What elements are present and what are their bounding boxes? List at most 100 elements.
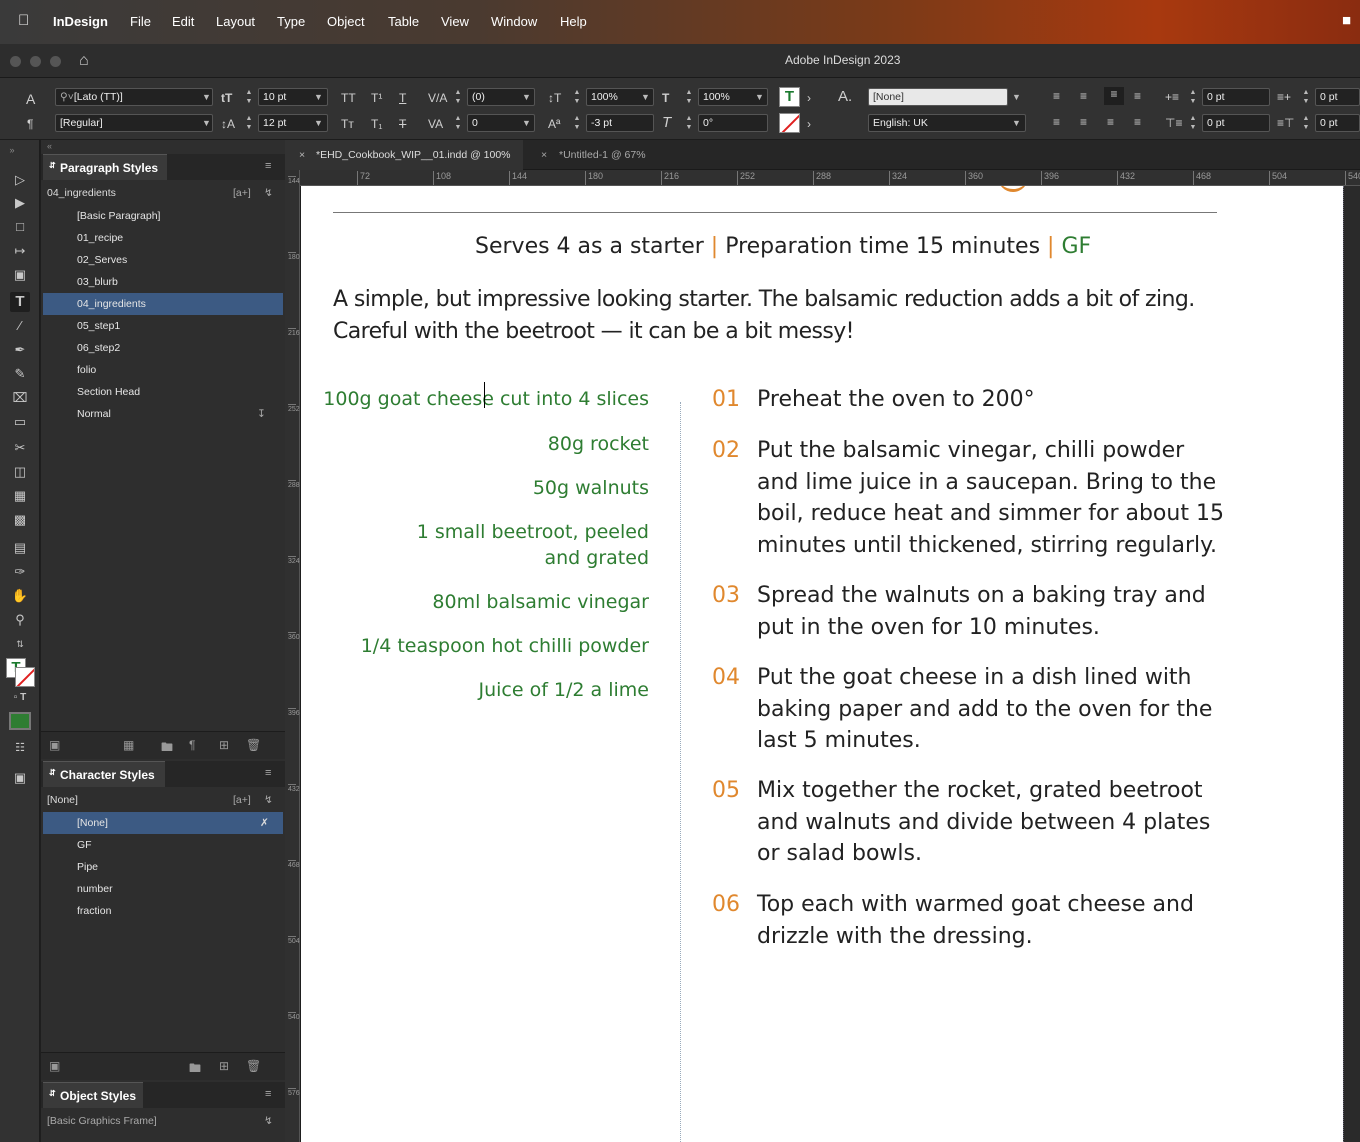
lightning-icon[interactable]: ↯ bbox=[264, 789, 273, 811]
folder-icon[interactable]: 🖿 bbox=[189, 1059, 201, 1080]
left-indent-field[interactable]: 0 pt bbox=[1202, 88, 1270, 106]
character-style-item-selected[interactable]: [None] ✗ bbox=[43, 812, 283, 834]
paragraph-style-item-selected[interactable]: 04_ingredients bbox=[43, 293, 283, 315]
menu-view[interactable]: View bbox=[441, 14, 469, 29]
all-caps-icon[interactable]: TT bbox=[341, 91, 356, 105]
character-style-item[interactable]: Pipe bbox=[43, 856, 283, 878]
clear-overrides-icon[interactable]: ¶ bbox=[189, 738, 195, 752]
close-icon[interactable]: × bbox=[299, 140, 305, 170]
skew-field[interactable]: 0° bbox=[698, 114, 768, 132]
vertical-scrollbar[interactable] bbox=[1343, 186, 1360, 1142]
chevron-down-icon[interactable]: ▼ bbox=[314, 118, 323, 128]
justify-all-icon[interactable]: ≡ bbox=[1134, 115, 1141, 129]
apple-icon[interactable]:  bbox=[18, 12, 29, 29]
character-style-item[interactable]: number bbox=[43, 878, 283, 900]
create-style-icon[interactable]: [a+] bbox=[233, 182, 251, 204]
menu-layout[interactable]: Layout bbox=[216, 14, 255, 29]
folder-icon[interactable]: 🖿 bbox=[161, 738, 173, 759]
finder-icon[interactable]: ■ bbox=[1342, 12, 1351, 29]
menu-edit[interactable]: Edit bbox=[172, 14, 194, 29]
strikethrough-icon[interactable]: T bbox=[399, 117, 406, 131]
right-indent-field[interactable]: 0 pt bbox=[1315, 88, 1360, 106]
lightning-icon[interactable]: ↯ bbox=[264, 182, 273, 204]
left-indent-stepper[interactable]: ▲ ▼ bbox=[1188, 88, 1198, 106]
lightning-icon[interactable]: ↯ bbox=[264, 1110, 273, 1132]
new-style-icon[interactable]: ⊞ bbox=[219, 738, 229, 752]
first-line-indent-stepper[interactable]: ▲ ▼ bbox=[1188, 114, 1198, 132]
subscript-icon[interactable]: T₁ bbox=[371, 117, 382, 131]
style-group-icon[interactable]: ▣ bbox=[49, 1059, 60, 1073]
content-collector-icon[interactable]: ▣ bbox=[10, 265, 30, 285]
chevron-down-icon[interactable]: ▼ bbox=[202, 118, 211, 128]
superscript-icon[interactable]: T¹ bbox=[371, 91, 382, 105]
chevron-down-icon[interactable]: ▼ bbox=[641, 92, 650, 102]
zoom-window-button[interactable] bbox=[50, 56, 61, 67]
formatting-affects-text-icon[interactable]: ▫ T bbox=[10, 688, 30, 708]
paragraph-style-item[interactable]: [Basic Paragraph] bbox=[43, 205, 283, 227]
trash-icon[interactable]: 🗑 bbox=[246, 738, 261, 752]
chevron-down-icon[interactable]: ▼ bbox=[522, 92, 531, 102]
paragraph-formatting-icon[interactable]: ¶ bbox=[27, 117, 33, 131]
character-style-item[interactable]: fraction bbox=[43, 900, 283, 922]
app-menu[interactable]: InDesign bbox=[53, 14, 108, 29]
tab-paragraph-styles[interactable]: ⇵ Paragraph Styles bbox=[43, 154, 167, 180]
character-formatting-icon[interactable]: A bbox=[26, 92, 35, 106]
chevron-down-icon[interactable]: ▼ bbox=[202, 92, 211, 102]
chevron-right-icon[interactable]: › bbox=[807, 91, 811, 105]
chevron-down-icon[interactable]: ▼ bbox=[314, 92, 323, 102]
font-style-field[interactable]: [Regular] bbox=[55, 114, 213, 132]
vertical-scale-stepper[interactable]: ▲ ▼ bbox=[572, 88, 582, 106]
minimize-window-button[interactable] bbox=[30, 56, 41, 67]
type-tool-icon[interactable]: T bbox=[10, 292, 30, 312]
baseline-shift-field[interactable]: -3 pt bbox=[586, 114, 654, 132]
font-family-field[interactable]: ⚲˅[Lato (TT)] bbox=[55, 88, 213, 106]
new-style-icon[interactable]: ⊞ bbox=[219, 1059, 229, 1073]
underline-icon[interactable]: T bbox=[399, 91, 406, 105]
justify-center-icon[interactable]: ≡ bbox=[1080, 115, 1087, 129]
note-tool-icon[interactable]: ▤ bbox=[10, 538, 30, 558]
paragraph-style-item[interactable]: 06_step2 bbox=[43, 337, 283, 359]
line-tool-icon[interactable]: ∕ bbox=[10, 316, 30, 336]
home-icon[interactable]: ⌂ bbox=[79, 52, 89, 70]
chevron-down-icon[interactable]: ▼ bbox=[1012, 92, 1021, 102]
paragraph-style-item[interactable]: folio bbox=[43, 359, 283, 381]
panel-menu-icon[interactable]: ≡ bbox=[265, 160, 275, 172]
chevron-down-icon[interactable]: ▼ bbox=[522, 118, 531, 128]
zoom-tool-icon[interactable]: ⚲ bbox=[10, 610, 30, 630]
ingredients-frame[interactable]: 100g goat cheese cut into 4 slices 80g r… bbox=[301, 186, 649, 786]
paragraph-style-item[interactable]: Section Head bbox=[43, 381, 283, 403]
menu-help[interactable]: Help bbox=[560, 14, 587, 29]
expand-panel-icon[interactable]: » bbox=[2, 140, 22, 160]
view-mode-icon[interactable]: ☷ bbox=[10, 738, 30, 758]
close-window-button[interactable] bbox=[10, 56, 21, 67]
character-style-field[interactable]: [None] bbox=[868, 88, 1008, 106]
tab-document[interactable]: × *Untitled-1 @ 67% bbox=[531, 140, 691, 170]
panel-menu-icon[interactable]: ≡ bbox=[265, 1088, 275, 1100]
last-line-indent-field[interactable]: 0 pt bbox=[1315, 114, 1360, 132]
last-line-indent-stepper[interactable]: ▲ ▼ bbox=[1301, 114, 1311, 132]
style-group-icon[interactable]: ▣ bbox=[49, 738, 60, 752]
align-left-icon[interactable]: ≡ bbox=[1053, 89, 1060, 103]
direct-selection-tool-icon[interactable]: ▶ bbox=[10, 193, 30, 213]
align-right-icon[interactable]: ≡ bbox=[1104, 87, 1124, 105]
create-style-icon[interactable]: [a+] bbox=[233, 789, 251, 811]
apply-color-icon[interactable] bbox=[9, 712, 31, 730]
justify-left-icon[interactable]: ≡ bbox=[1053, 115, 1060, 129]
chevron-down-icon[interactable]: ▼ bbox=[1012, 118, 1021, 128]
tab-character-styles[interactable]: ⇵ Character Styles bbox=[43, 761, 165, 787]
paragraph-style-item[interactable]: 01_recipe bbox=[43, 227, 283, 249]
horizontal-scale-stepper[interactable]: ▲ ▼ bbox=[684, 88, 694, 106]
paragraph-style-item[interactable]: 05_step1 bbox=[43, 315, 283, 337]
gradient-swatch-tool-icon[interactable]: ▦ bbox=[10, 486, 30, 506]
gradient-feather-tool-icon[interactable]: ▩ bbox=[10, 510, 30, 530]
baseline-shift-stepper[interactable]: ▲ ▼ bbox=[572, 114, 582, 132]
collapse-panels-icon[interactable]: « bbox=[47, 141, 52, 151]
chevron-right-icon[interactable]: › bbox=[807, 117, 811, 131]
first-line-indent-field[interactable]: 0 pt bbox=[1202, 114, 1270, 132]
align-towards-spine-icon[interactable]: ≡ bbox=[1134, 89, 1141, 103]
small-caps-icon[interactable]: Tт bbox=[341, 117, 354, 131]
rectangle-tool-icon[interactable]: ▭ bbox=[10, 412, 30, 432]
hand-tool-icon[interactable]: ✋ bbox=[10, 586, 30, 606]
menu-object[interactable]: Object bbox=[327, 14, 365, 29]
kerning-stepper[interactable]: ▲ ▼ bbox=[453, 88, 463, 106]
